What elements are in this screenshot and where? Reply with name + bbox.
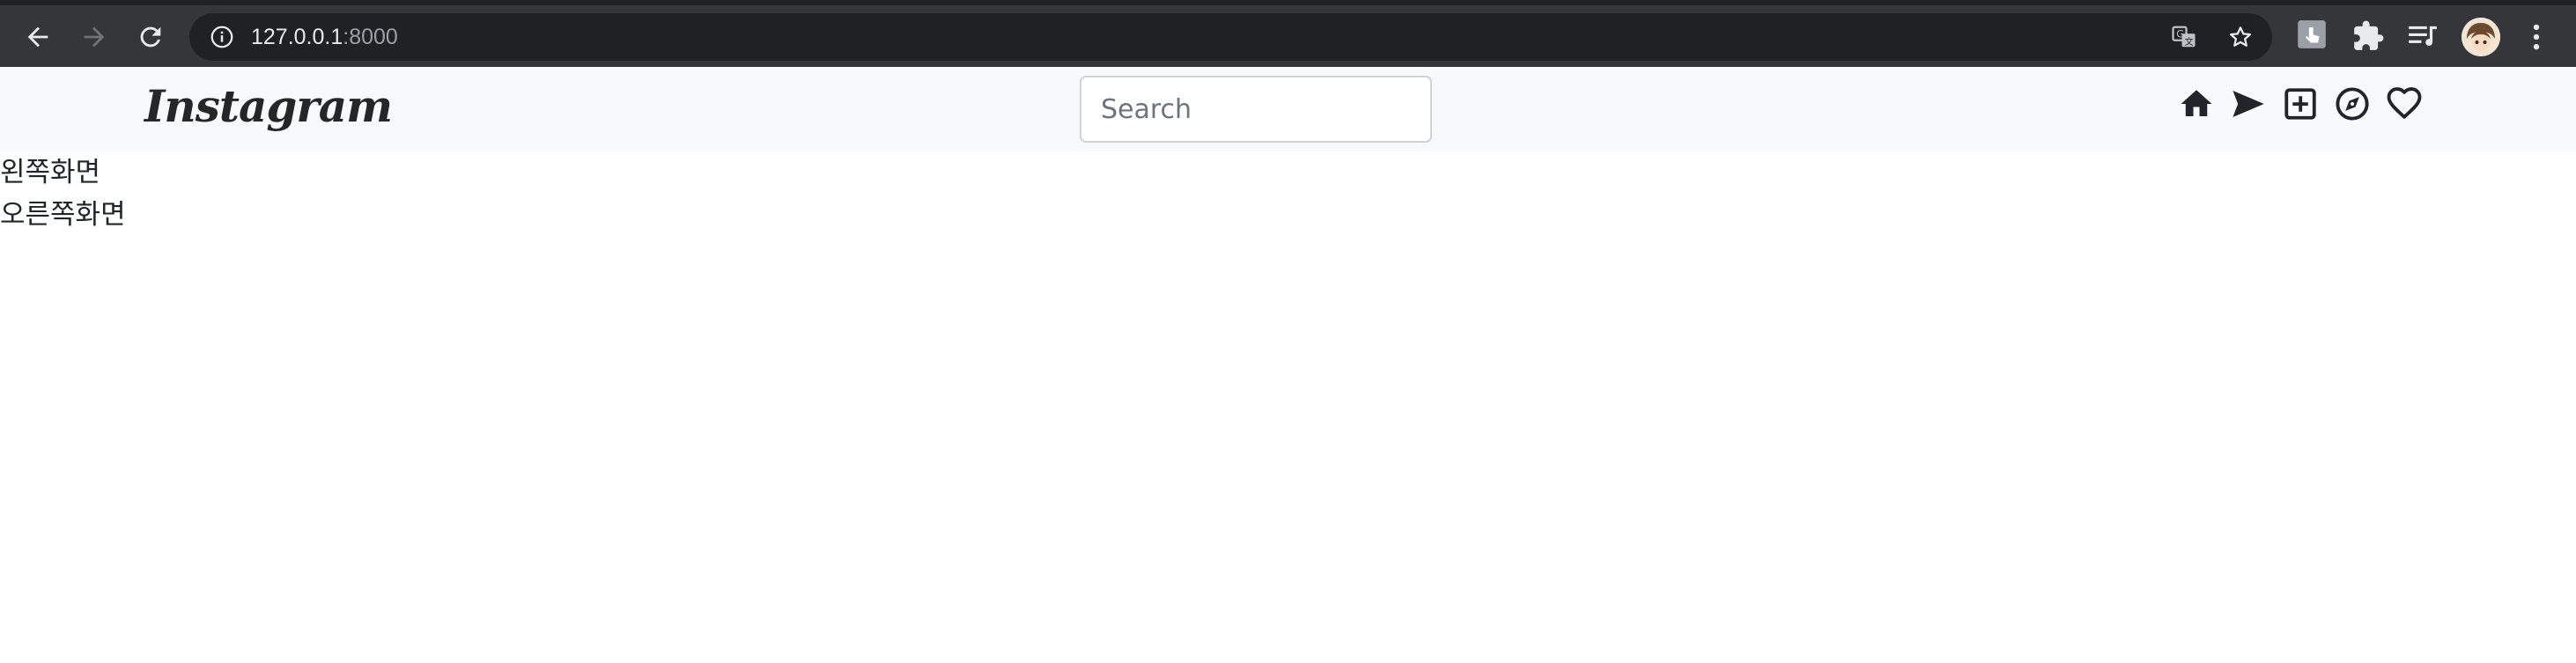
svg-text:文: 文 — [2185, 36, 2194, 48]
kebab-menu-icon[interactable] — [2520, 20, 2553, 54]
main-content: 왼쪽화면 오른쪽화면 — [0, 151, 126, 236]
send-icon[interactable] — [2229, 85, 2268, 123]
url-port: :8000 — [343, 25, 398, 49]
home-icon[interactable] — [2177, 85, 2216, 123]
brand-logo[interactable]: Instagram — [144, 76, 393, 137]
site-navbar: Instagram — [0, 67, 2576, 151]
star-icon[interactable] — [2227, 24, 2254, 50]
reload-icon[interactable] — [133, 19, 168, 55]
compass-icon[interactable] — [2333, 85, 2372, 123]
left-pane-text: 왼쪽화면 — [0, 157, 101, 188]
extension-icon[interactable] — [2295, 18, 2329, 51]
translate-icon[interactable]: G 文 — [2171, 24, 2197, 50]
browser-toolbar: 127.0.0.1:8000 G 文 — [0, 0, 2576, 67]
info-icon[interactable] — [209, 24, 235, 50]
heart-icon[interactable] — [2385, 85, 2424, 123]
plus-square-icon[interactable] — [2281, 85, 2320, 123]
forward-arrow-icon[interactable] — [77, 19, 112, 55]
back-arrow-icon[interactable] — [20, 19, 55, 55]
puzzle-icon[interactable] — [2351, 19, 2385, 53]
url-text[interactable]: 127.0.0.1:8000 — [251, 24, 398, 50]
avatar[interactable] — [2462, 18, 2500, 56]
address-bar[interactable]: 127.0.0.1:8000 G 文 — [189, 13, 2272, 61]
url-host: 127.0.0.1 — [251, 25, 343, 49]
search-input[interactable] — [1080, 76, 1432, 143]
nav-icon-group — [2177, 85, 2424, 123]
right-pane-text: 오른쪽화면 — [0, 199, 126, 231]
reading-list-icon[interactable] — [2406, 19, 2439, 53]
